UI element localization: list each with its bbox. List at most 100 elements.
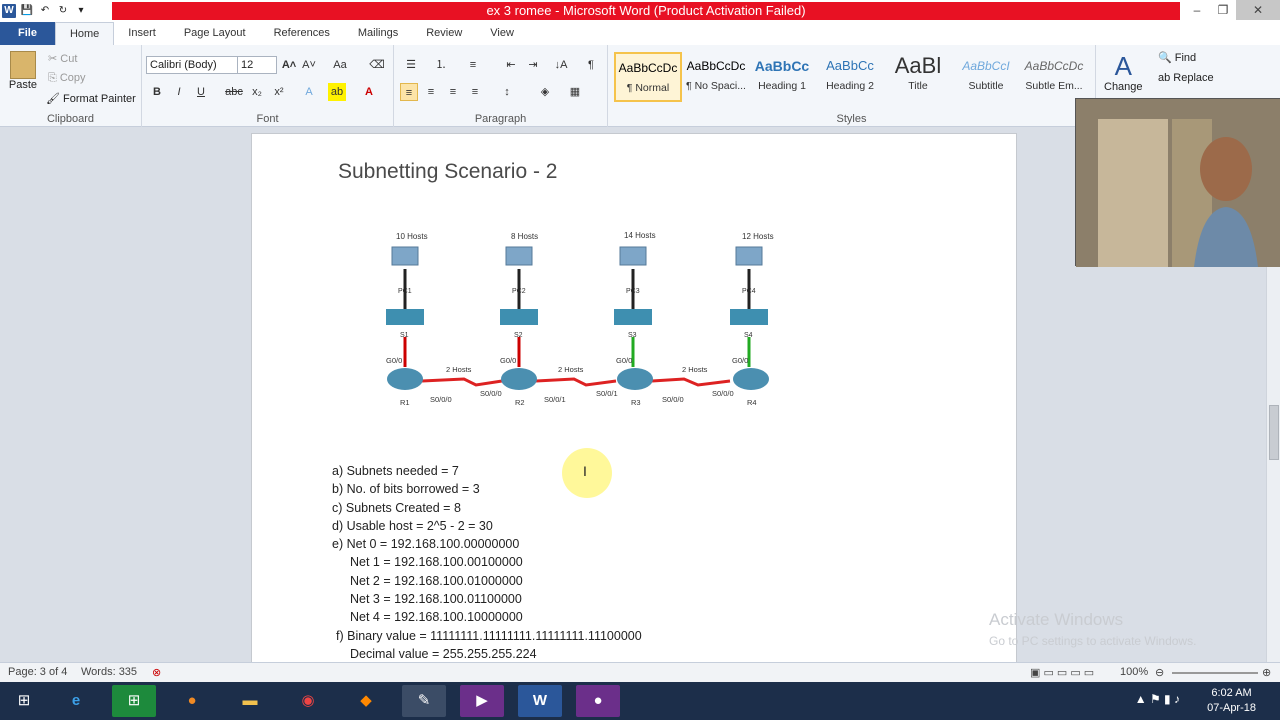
page-count[interactable]: Page: 3 of 4	[8, 666, 67, 678]
style-subtle-emphasis[interactable]: AaBbCcDc Subtle Em...	[1020, 52, 1088, 102]
switch-icon	[500, 309, 538, 325]
underline-icon[interactable]: U	[192, 83, 210, 101]
word-taskbar-icon[interactable]: W	[518, 685, 562, 717]
redo-icon[interactable]: ↻	[56, 4, 70, 18]
app-icon[interactable]: ✎	[402, 685, 446, 717]
tab-home[interactable]: Home	[54, 22, 115, 45]
pc-icon	[505, 246, 533, 266]
grow-font-icon[interactable]: A˄	[280, 56, 298, 74]
find-button[interactable]: 🔍 Find	[1158, 51, 1196, 64]
file-explorer-icon[interactable]: ▬	[228, 685, 272, 717]
subscript-icon[interactable]: x₂	[248, 83, 266, 101]
title-bar: W 💾 ↶ ↻ ▾ ex 3 romee - Microsoft Word (P…	[0, 0, 1280, 22]
increase-indent-icon[interactable]: ⇥	[524, 56, 542, 74]
router-label: R2	[515, 398, 525, 407]
start-button[interactable]: ⊞	[2, 685, 46, 717]
change-case-icon[interactable]: Aa	[331, 56, 349, 74]
pilcrow-icon[interactable]: ¶	[582, 56, 600, 74]
answer-line: e) Net 0 = 192.168.100.00000000	[332, 537, 520, 552]
maximize-button[interactable]: ❐	[1210, 0, 1236, 20]
decrease-indent-icon[interactable]: ⇤	[502, 56, 520, 74]
shading-icon[interactable]: ◈	[536, 83, 554, 101]
proofing-icon[interactable]: ⊗	[152, 666, 161, 679]
superscript-icon[interactable]: x²	[270, 83, 288, 101]
zoom-out-icon[interactable]: ⊖	[1155, 666, 1164, 679]
document-page[interactable]: Subnetting Scenario - 2 10 Hosts 8 Hosts…	[251, 133, 1017, 693]
bullets-icon[interactable]: ☰	[402, 56, 420, 74]
font-label: Font	[256, 113, 279, 125]
change-styles-button[interactable]: A Change	[1104, 51, 1143, 93]
style-heading-1[interactable]: AaBbCc Heading 1	[748, 52, 816, 102]
font-name-combo[interactable]: Calibri (Body)	[146, 56, 238, 74]
customize-qat-icon[interactable]: ▾	[74, 4, 88, 18]
save-icon[interactable]: 💾	[20, 4, 34, 18]
align-left-icon[interactable]: ≡	[400, 83, 418, 101]
tab-file[interactable]: File	[0, 22, 55, 45]
video-app-icon[interactable]: ▶	[460, 685, 504, 717]
borders-icon[interactable]: ▦	[566, 83, 584, 101]
recorder-app-icon[interactable]: ●	[576, 685, 620, 717]
interface-label: G0/0	[386, 356, 402, 365]
align-center-icon[interactable]: ≡	[422, 83, 440, 101]
shrink-font-icon[interactable]: A˅	[300, 56, 318, 74]
pcs	[391, 246, 763, 266]
style-normal[interactable]: AaBbCcDc ¶ Normal	[614, 52, 682, 102]
align-right-icon[interactable]: ≡	[444, 83, 462, 101]
tab-mailings[interactable]: Mailings	[344, 22, 412, 45]
highlight-icon[interactable]: ab	[328, 83, 346, 101]
interface-label: G0/0	[500, 356, 516, 365]
style-name: Heading 1	[758, 80, 806, 92]
taskbar: ⊞ e ⊞ ● ▬ ◉ ◆ ✎ ▶ W ● ▲ ⚑ ▮ ♪ 6:02 AM 07…	[0, 682, 1280, 720]
undo-icon[interactable]: ↶	[38, 4, 52, 18]
text-effects-icon[interactable]: A	[300, 83, 318, 101]
copy-button[interactable]: ⎘ Copy	[48, 72, 86, 85]
line-spacing-icon[interactable]: ↕	[498, 83, 516, 101]
justify-icon[interactable]: ≡	[466, 83, 484, 101]
strikethrough-icon[interactable]: abc	[225, 83, 243, 101]
tab-view[interactable]: View	[476, 22, 528, 45]
system-tray[interactable]: ▲ ⚑ ▮ ♪	[1135, 692, 1180, 706]
bold-icon[interactable]: B	[148, 83, 166, 101]
minimize-button[interactable]: –	[1184, 0, 1210, 20]
tab-references[interactable]: References	[260, 22, 344, 45]
view-buttons[interactable]: ▣ ▭ ▭ ▭ ▭	[1030, 666, 1094, 679]
style-no-spacing[interactable]: AaBbCcDc ¶ No Spaci...	[682, 52, 750, 102]
style-preview: AaBbCc	[754, 58, 810, 74]
clear-formatting-icon[interactable]: ⌫	[368, 56, 386, 74]
font-color-icon[interactable]: A	[360, 83, 378, 101]
hosts-label: 14 Hosts	[624, 231, 656, 240]
replace-button[interactable]: ab Replace	[1158, 72, 1214, 84]
brush-icon: 🖌	[46, 93, 64, 105]
interface-label: S0/0/0	[712, 389, 734, 398]
zoom-slider[interactable]	[1172, 672, 1258, 674]
word-app-icon[interactable]: W	[2, 4, 16, 18]
style-heading-2[interactable]: AaBbCc Heading 2	[816, 52, 884, 102]
system-clock[interactable]: 6:02 AM 07-Apr-18	[1207, 686, 1256, 716]
hosts-label: 10 Hosts	[396, 232, 428, 241]
italic-icon[interactable]: I	[170, 83, 188, 101]
tab-insert[interactable]: Insert	[114, 22, 170, 45]
firefox-icon[interactable]: ●	[170, 685, 214, 717]
zoom-in-icon[interactable]: ⊕	[1262, 666, 1271, 679]
word-count[interactable]: Words: 335	[81, 666, 137, 678]
zoom-level[interactable]: 100%	[1120, 666, 1148, 678]
ie-icon[interactable]: e	[54, 685, 98, 717]
paste-button[interactable]: Paste	[8, 51, 38, 91]
style-title[interactable]: AaBl Title	[884, 52, 952, 102]
font-size-combo[interactable]: 12	[237, 56, 277, 74]
close-button[interactable]: ✕	[1236, 0, 1280, 20]
style-subtitle[interactable]: AaBbCcI Subtitle	[952, 52, 1020, 102]
link-label: 2 Hosts	[558, 365, 584, 374]
store-icon[interactable]: ⊞	[112, 685, 156, 717]
chrome-icon[interactable]: ◉	[286, 685, 330, 717]
numbering-icon[interactable]: ⒈	[432, 56, 450, 74]
sort-icon[interactable]: ↓A	[552, 56, 570, 74]
scrollbar-thumb[interactable]	[1269, 405, 1279, 460]
cut-button[interactable]: ✂ Cut	[48, 52, 77, 65]
multilevel-list-icon[interactable]: ≡	[464, 56, 482, 74]
binoculars-icon: 🔍	[1158, 52, 1175, 64]
uc-browser-icon[interactable]: ◆	[344, 685, 388, 717]
tab-page-layout[interactable]: Page Layout	[170, 22, 260, 45]
tab-review[interactable]: Review	[412, 22, 476, 45]
format-painter-button[interactable]: 🖌 Format Painter	[46, 92, 136, 105]
